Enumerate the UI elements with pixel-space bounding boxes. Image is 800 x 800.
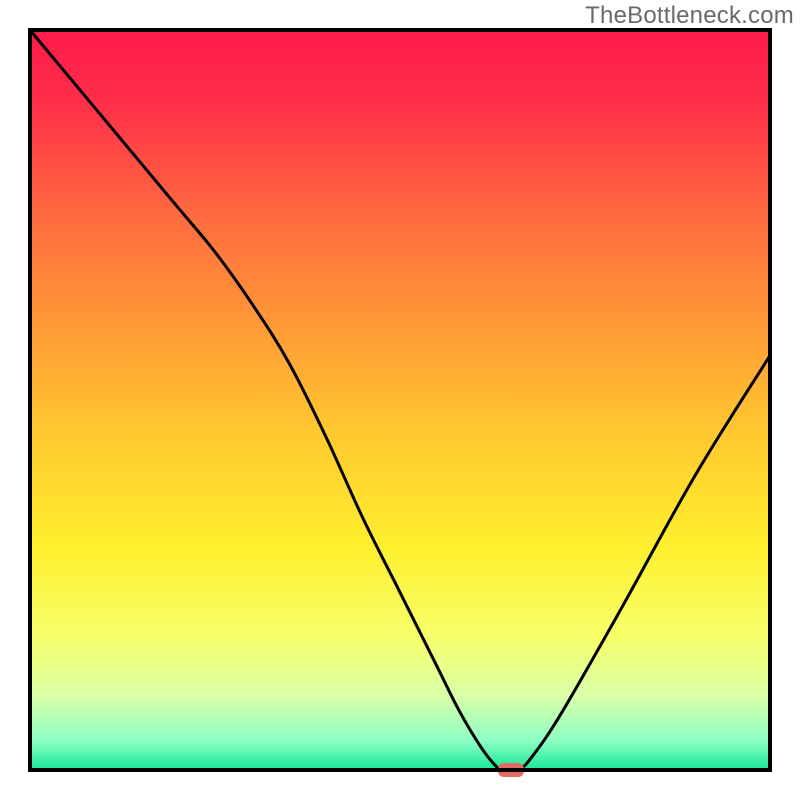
watermark-text: TheBottleneck.com xyxy=(585,2,794,30)
bottleneck-chart: TheBottleneck.com xyxy=(0,0,800,800)
chart-background-gradient xyxy=(30,30,770,770)
chart-svg xyxy=(0,0,800,800)
